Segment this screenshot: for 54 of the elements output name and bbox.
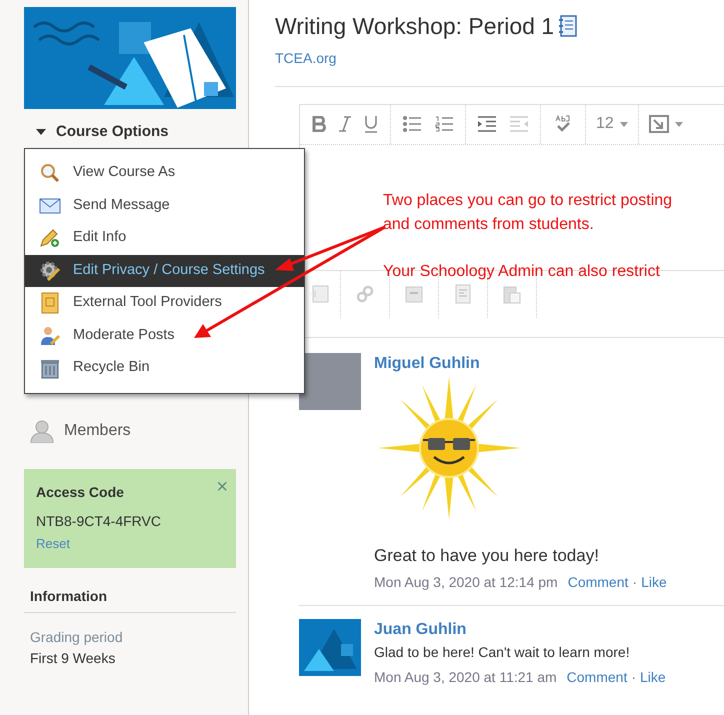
person-icon (30, 418, 54, 442)
course-options-toggle[interactable]: Course Options (36, 121, 169, 144)
bold-icon[interactable] (312, 116, 326, 132)
gear-icon (39, 260, 61, 282)
access-code-title: Access Code (36, 482, 124, 502)
annotation-text: Your Schoology Admin can also restrict (383, 262, 660, 282)
envelope-icon (39, 198, 61, 214)
indent-icon[interactable] (478, 116, 496, 132)
post-text: Great to have you here today! (374, 544, 599, 566)
grading-period-label: Grading period (30, 628, 123, 647)
separator-dot: · (632, 573, 638, 592)
author-link[interactable]: Miguel Guhlin (374, 352, 480, 374)
post-timestamp: Mon Aug 3, 2020 at 11:21 am (374, 668, 557, 687)
printer-icon[interactable] (404, 284, 424, 304)
caret-icon (674, 122, 683, 126)
course-title: Writing Workshop: Period 1 (275, 12, 554, 41)
menu-item[interactable]: Recycle Bin (25, 352, 304, 384)
caret-icon (620, 122, 628, 126)
font-size-dropdown[interactable]: 12 (586, 104, 639, 144)
italic-icon[interactable] (338, 116, 352, 132)
magnifier-icon (40, 163, 60, 184)
notebook-icon (558, 15, 578, 38)
comment-link[interactable]: Comment (568, 572, 628, 593)
grading-period-value: First 9 Weeks (30, 648, 116, 668)
separator-dot: · (631, 668, 636, 687)
spellcheck-icon[interactable] (553, 115, 573, 133)
post-text: Glad to be here! Can't wait to learn more! (374, 643, 630, 662)
comment-link[interactable]: Comment (566, 667, 628, 688)
pencil-icon (39, 228, 61, 248)
information-heading: Information (24, 586, 236, 612)
tool-icon (40, 292, 60, 314)
like-link[interactable]: Like (641, 572, 667, 593)
document-icon[interactable] (453, 284, 473, 304)
like-link[interactable]: Like (640, 667, 666, 688)
avatar-image (299, 619, 361, 676)
annotation-text: Two places you can go to restrict posting and comments from students. (383, 190, 674, 234)
text-editor[interactable]: 12 Two places you can go to restrict posting and comments from students. Your Schoology Admin can also restrict (299, 104, 724, 338)
menu-item[interactable]: Edit Privacy / Course Settings (25, 254, 304, 287)
insert-icon (648, 115, 669, 133)
sidebar-nav-item[interactable]: Members (30, 418, 131, 442)
clipboard-icon[interactable] (502, 284, 522, 304)
post-timestamp: Mon Aug 3, 2020 at 12:14 pm (374, 573, 558, 592)
author-link[interactable]: Juan Guhlin (374, 619, 466, 641)
photo-placeholder (299, 352, 361, 410)
bin-icon (39, 357, 61, 380)
access-code: NTB8-9CT4-4FRVC (36, 512, 161, 530)
underline-icon[interactable] (364, 115, 378, 133)
reset-link[interactable]: Reset (36, 534, 70, 553)
website-link[interactable]: TCEA.org (275, 48, 336, 68)
bullet-list-icon[interactable] (403, 116, 421, 132)
person-icon (39, 324, 61, 347)
caret-icon (36, 129, 46, 136)
numbered-list-icon[interactable] (435, 116, 453, 132)
close-button[interactable]: × (216, 476, 228, 496)
